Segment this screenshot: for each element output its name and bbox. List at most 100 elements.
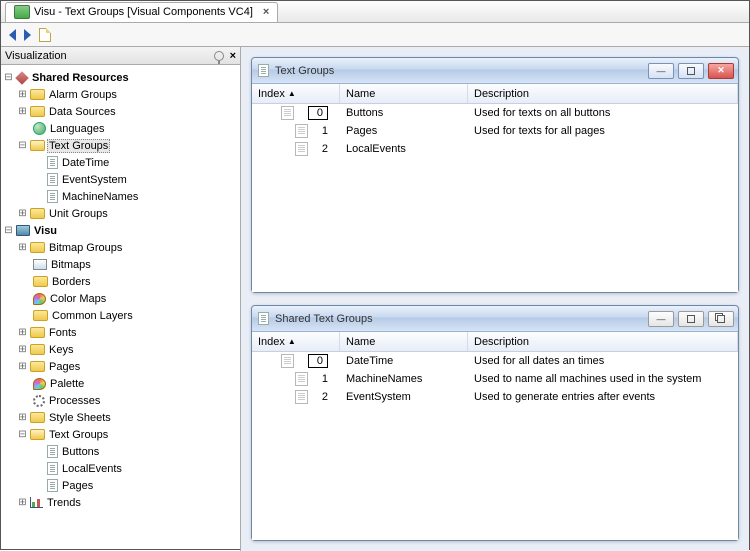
col-name[interactable]: Name	[340, 84, 468, 103]
tree-root-visu[interactable]: ⊟Visu	[3, 222, 238, 239]
palette-icon	[33, 378, 46, 390]
pin-icon[interactable]	[214, 51, 224, 61]
new-document-icon[interactable]	[39, 28, 51, 42]
minimize-button[interactable]: —	[648, 63, 674, 79]
cell-description: Used for texts on all buttons	[468, 107, 738, 119]
tree-item-unit-groups[interactable]: ⊞Unit Groups	[3, 205, 238, 222]
col-index[interactable]: Index▲	[252, 332, 340, 351]
tree-leaf[interactable]: DateTime	[3, 154, 238, 171]
table-row[interactable]: 1PagesUsed for texts for all pages	[252, 122, 738, 140]
tree-item[interactable]: Color Maps	[3, 290, 238, 307]
twisty-icon[interactable]: ⊟	[3, 225, 14, 237]
tree-item[interactable]: ⊞Pages	[3, 358, 238, 375]
folder-icon	[30, 344, 45, 355]
tree-leaf[interactable]: Buttons	[3, 443, 238, 460]
twisty-icon[interactable]: ⊟	[17, 140, 28, 152]
document-icon	[47, 445, 58, 458]
twisty-icon[interactable]: ⊞	[17, 497, 28, 509]
tree-item-data-sources[interactable]: ⊞Data Sources	[3, 103, 238, 120]
tree-leaf[interactable]: MachineNames	[3, 188, 238, 205]
col-name[interactable]: Name	[340, 332, 468, 351]
twisty-icon[interactable]: ⊟	[3, 72, 14, 84]
cell-index: 2	[322, 143, 328, 155]
twisty-icon[interactable]: ⊞	[17, 208, 28, 220]
twisty-icon[interactable]: ⊞	[17, 242, 28, 254]
table-row[interactable]: 2EventSystemUsed to generate entries aft…	[252, 388, 738, 406]
col-description[interactable]: Description	[468, 84, 738, 103]
tree-item[interactable]: ⊞Keys	[3, 341, 238, 358]
document-icon	[295, 124, 308, 138]
folder-open-icon	[30, 140, 45, 151]
twisty-icon[interactable]: ⊞	[17, 344, 28, 356]
gear-icon	[33, 395, 45, 407]
cell-index: 1	[322, 125, 328, 137]
nav-forward-icon[interactable]	[24, 29, 31, 41]
cell-index: 2	[322, 391, 328, 403]
document-icon	[295, 142, 308, 156]
table-row[interactable]: 2 LocalEvents	[252, 140, 738, 158]
window-titlebar[interactable]: Text Groups — ✕	[252, 58, 738, 84]
document-icon	[47, 479, 58, 492]
maximize-button[interactable]	[678, 311, 704, 327]
close-button[interactable]	[708, 311, 734, 327]
col-index[interactable]: Index▲	[252, 84, 340, 103]
tree-item[interactable]: Common Layers	[3, 307, 238, 324]
tree-item-alarm-groups[interactable]: ⊞Alarm Groups	[3, 86, 238, 103]
table-row[interactable]: 0DateTimeUsed for all dates an times	[252, 352, 738, 370]
tree-item-text-groups-visu[interactable]: ⊟Text Groups	[3, 426, 238, 443]
twisty-icon[interactable]: ⊞	[17, 327, 28, 339]
table-row[interactable]: 1MachineNamesUsed to name all machines u…	[252, 370, 738, 388]
palette-icon	[33, 293, 46, 305]
folder-icon	[30, 361, 45, 372]
tree-root-shared[interactable]: ⊟Shared Resources	[3, 69, 238, 86]
tree-leaf[interactable]: LocalEvents	[3, 460, 238, 477]
minimize-button[interactable]: —	[648, 311, 674, 327]
cell-index: 0	[308, 354, 328, 368]
tree-item[interactable]: Borders	[3, 273, 238, 290]
content-area: Text Groups — ✕ Index▲ Name Description …	[241, 47, 749, 551]
maximize-button[interactable]	[678, 63, 704, 79]
tree-item[interactable]: ⊞Style Sheets	[3, 409, 238, 426]
restore-icon	[717, 315, 725, 323]
tree-item-text-groups-shared[interactable]: ⊟Text Groups	[3, 137, 238, 154]
twisty-icon[interactable]: ⊞	[17, 361, 28, 373]
close-button[interactable]: ✕	[708, 63, 734, 79]
tree-leaf[interactable]: EventSystem	[3, 171, 238, 188]
grid-header: Index▲ Name Description	[252, 84, 738, 104]
twisty-icon[interactable]: ⊞	[17, 89, 28, 101]
square-icon	[687, 67, 695, 75]
grid-body[interactable]: 0DateTimeUsed for all dates an times1Mac…	[252, 352, 738, 540]
cell-name: LocalEvents	[340, 143, 468, 155]
tree-item[interactable]: Bitmaps	[3, 256, 238, 273]
tree-item[interactable]: ⊞Fonts	[3, 324, 238, 341]
tree-item-languages[interactable]: Languages	[3, 120, 238, 137]
tab-close-icon[interactable]: ×	[263, 6, 269, 18]
tree-item[interactable]: ⊞Trends	[3, 494, 238, 511]
window-titlebar[interactable]: Shared Text Groups —	[252, 306, 738, 332]
sidebar-close-icon[interactable]: ×	[230, 50, 236, 62]
grid-body[interactable]: 0ButtonsUsed for texts on all buttons1Pa…	[252, 104, 738, 292]
tree-item[interactable]: Palette	[3, 375, 238, 392]
square-icon	[687, 315, 695, 323]
sort-asc-icon: ▲	[288, 89, 296, 98]
window-title: Shared Text Groups	[275, 313, 373, 325]
folder-icon	[30, 412, 45, 423]
nav-back-icon[interactable]	[9, 29, 16, 41]
tree-leaf[interactable]: Pages	[3, 477, 238, 494]
tree-item[interactable]: ⊞Bitmap Groups	[3, 239, 238, 256]
col-description[interactable]: Description	[468, 332, 738, 351]
document-tab[interactable]: Visu - Text Groups [Visual Components VC…	[5, 2, 278, 22]
toolbar	[1, 23, 749, 47]
package-icon	[15, 71, 29, 85]
sidebar: Visualization × ⊟Shared Resources ⊞Alarm…	[1, 47, 241, 551]
cell-description: Used to name all machines used in the sy…	[468, 373, 738, 385]
tree-item[interactable]: Processes	[3, 392, 238, 409]
app-icon	[14, 5, 30, 19]
table-row[interactable]: 0ButtonsUsed for texts on all buttons	[252, 104, 738, 122]
twisty-icon[interactable]: ⊟	[17, 429, 28, 441]
twisty-icon[interactable]: ⊞	[17, 412, 28, 424]
twisty-icon[interactable]: ⊞	[17, 106, 28, 118]
tree: ⊟Shared Resources ⊞Alarm Groups ⊞Data So…	[1, 65, 240, 551]
document-icon	[281, 354, 294, 368]
document-tabbar: Visu - Text Groups [Visual Components VC…	[1, 1, 749, 23]
